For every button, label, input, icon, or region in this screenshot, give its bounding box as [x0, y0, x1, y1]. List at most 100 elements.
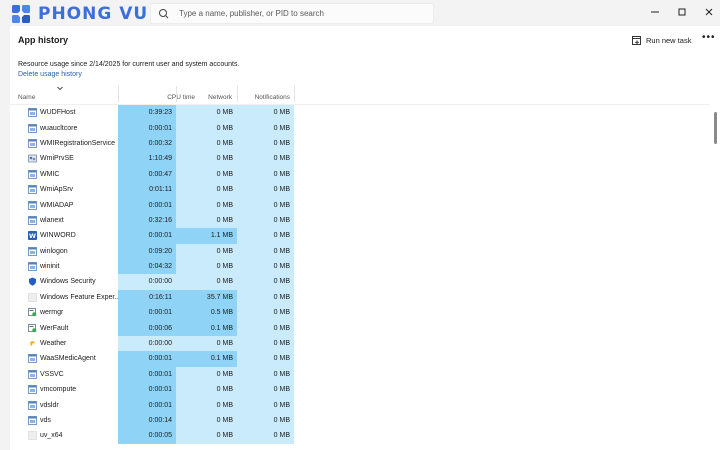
- process-name: wlanext: [40, 216, 64, 224]
- sort-chevron-down-icon[interactable]: [57, 86, 63, 91]
- process-name: Windows Security: [40, 278, 96, 286]
- process-name: WmiPrvSE: [40, 155, 74, 163]
- table-row[interactable]: wlanext 0:32:16 0 MB 0 MB: [10, 212, 310, 229]
- more-options-button[interactable]: •••: [702, 32, 716, 43]
- table-row[interactable]: vmcompute 0:00:01 0 MB 0 MB: [10, 382, 310, 398]
- cpu-time-cell: 0:00:00: [118, 335, 176, 352]
- network-cell: 0 MB: [176, 151, 237, 167]
- process-name-cell: Weather: [28, 336, 118, 351]
- column-header-cpu[interactable]: CPU time: [118, 94, 195, 101]
- maximize-button[interactable]: [667, 2, 697, 22]
- network-cell: 0 MB: [176, 335, 237, 352]
- search-icon: [159, 8, 169, 18]
- close-button[interactable]: [694, 2, 720, 22]
- table-row[interactable]: WerFault 0:00:06 0.1 MB 0 MB: [10, 320, 310, 336]
- search-box[interactable]: [150, 3, 434, 24]
- cpu-time-cell: 0:00:01: [118, 305, 176, 321]
- process-name-cell: winlogon: [28, 244, 118, 259]
- process-name-cell: wlanext: [28, 213, 118, 228]
- table-row[interactable]: Windows Feature Exper... 0:16:11 35.7 MB 0 …: [10, 289, 310, 306]
- cpu-time-cell: 0:00:47: [118, 166, 176, 182]
- cpu-time-cell: 0:16:11: [118, 289, 176, 306]
- column-header-name[interactable]: Name: [18, 94, 35, 101]
- process-name: wermgr: [40, 309, 64, 317]
- table-row[interactable]: WMIC 0:00:47 0 MB 0 MB: [10, 166, 310, 182]
- minimize-button[interactable]: [640, 2, 670, 22]
- more-dots-icon: •••: [702, 32, 716, 43]
- svg-text:W: W: [29, 232, 36, 240]
- table-row[interactable]: WaaSMedicAgent 0:00:01 0.1 MB 0 MB: [10, 351, 310, 367]
- network-cell: 0 MB: [176, 258, 237, 275]
- network-cell: 0 MB: [176, 105, 237, 121]
- cpu-time-cell: 0:32:16: [118, 212, 176, 229]
- process-name-cell: vdsldr: [28, 397, 118, 412]
- app-window-icon: [28, 400, 37, 410]
- run-task-icon: [632, 35, 641, 45]
- app-window-icon: [28, 354, 37, 364]
- run-new-task-button[interactable]: Run new task: [632, 33, 691, 47]
- process-name: WINWORD: [40, 232, 76, 240]
- network-cell: 0.5 MB: [176, 305, 237, 321]
- cpu-time-cell: 0:00:01: [118, 197, 176, 213]
- app-window-icon: [28, 216, 37, 225]
- app-window-icon: [28, 108, 37, 118]
- column-separator: [176, 86, 177, 102]
- table-row[interactable]: WmiPrvSE 1:10:49 0 MB 0 MB: [10, 151, 310, 167]
- notifications-cell: 0 MB: [237, 151, 294, 167]
- app-window-icon: [28, 262, 37, 271]
- process-name-cell: WmiPrvSE: [28, 151, 118, 166]
- process-name-cell: WaaSMedicAgent: [28, 351, 118, 366]
- notifications-cell: 0 MB: [237, 135, 294, 152]
- process-name-cell: WUDFHost: [28, 105, 118, 120]
- network-cell: 0 MB: [176, 366, 237, 383]
- process-name-cell: WMIC: [28, 167, 118, 182]
- table-row[interactable]: W WINWORD 0:00:01 1.1 MB 0 MB: [10, 228, 310, 244]
- process-name-cell: W WINWORD: [28, 228, 118, 243]
- column-header-network[interactable]: Network: [195, 94, 232, 101]
- table-row[interactable]: uv_x64 0:00:05 0 MB 0 MB: [10, 428, 310, 444]
- column-header-notifications[interactable]: Notifications: [240, 94, 290, 101]
- process-name-cell: WerFault: [28, 320, 118, 335]
- table-row[interactable]: wermgr 0:00:01 0.5 MB 0 MB: [10, 305, 310, 321]
- sun-icon: [28, 339, 37, 348]
- cpu-time-cell: 0:00:06: [118, 320, 176, 336]
- notifications-cell: 0 MB: [237, 412, 294, 429]
- vertical-scrollbar[interactable]: [714, 112, 717, 144]
- process-name: vdsldr: [40, 401, 59, 409]
- run-new-task-label: Run new task: [646, 35, 692, 45]
- delete-usage-history-link[interactable]: Delete usage history: [18, 71, 82, 78]
- network-cell: 0 MB: [176, 397, 237, 413]
- table-row[interactable]: vdsldr 0:00:01 0 MB 0 MB: [10, 397, 310, 413]
- network-cell: 0.1 MB: [176, 320, 237, 336]
- cpu-time-cell: 0:00:01: [118, 382, 176, 398]
- usage-info-text: Resource usage since 2/14/2025 for curre…: [18, 61, 240, 68]
- network-cell: 0.1 MB: [176, 351, 237, 367]
- table-row[interactable]: WUDFHost 0:39:23 0 MB 0 MB: [10, 105, 310, 121]
- process-name-cell: vds: [28, 413, 118, 428]
- cpu-time-cell: 0:00:14: [118, 412, 176, 429]
- network-cell: 0 MB: [176, 135, 237, 152]
- process-name-cell: vmcompute: [28, 382, 118, 397]
- column-separator: [294, 86, 295, 102]
- table-row[interactable]: Windows Security 0:00:00 0 MB 0 MB: [10, 274, 310, 290]
- cpu-time-cell: 0:39:23: [118, 105, 176, 121]
- table-row[interactable]: WMIADAP 0:00:01 0 MB 0 MB: [10, 197, 310, 213]
- process-name: WMIADAP: [40, 201, 74, 209]
- search-input[interactable]: [177, 8, 421, 19]
- cpu-time-cell: 0:00:01: [118, 397, 176, 413]
- table-row[interactable]: VSSVC 0:00:01 0 MB 0 MB: [10, 366, 310, 383]
- cpu-time-cell: 0:00:01: [118, 228, 176, 244]
- network-cell: 35.7 MB: [176, 289, 237, 306]
- table-row[interactable]: winlogon 0:09:20 0 MB 0 MB: [10, 243, 310, 259]
- process-name-cell: WmiApSrv: [28, 182, 118, 197]
- table-row[interactable]: WmiApSrv 0:01:11 0 MB 0 MB: [10, 181, 310, 198]
- cpu-time-cell: 0:00:00: [118, 274, 176, 290]
- table-row[interactable]: vds 0:00:14 0 MB 0 MB: [10, 412, 310, 429]
- notifications-cell: 0 MB: [237, 166, 294, 182]
- brand-logo-mark-icon: [12, 5, 30, 23]
- table-row[interactable]: wuaucltcore 0:00:01 0 MB 0 MB: [10, 120, 310, 136]
- table-row[interactable]: WMIRegistrationService 0:00:32 0 MB 0 MB: [10, 135, 310, 152]
- table-row[interactable]: wininit 0:04:32 0 MB 0 MB: [10, 258, 310, 275]
- table-row[interactable]: Weather 0:00:00 0 MB 0 MB: [10, 335, 310, 352]
- cpu-time-cell: 0:04:32: [118, 258, 176, 275]
